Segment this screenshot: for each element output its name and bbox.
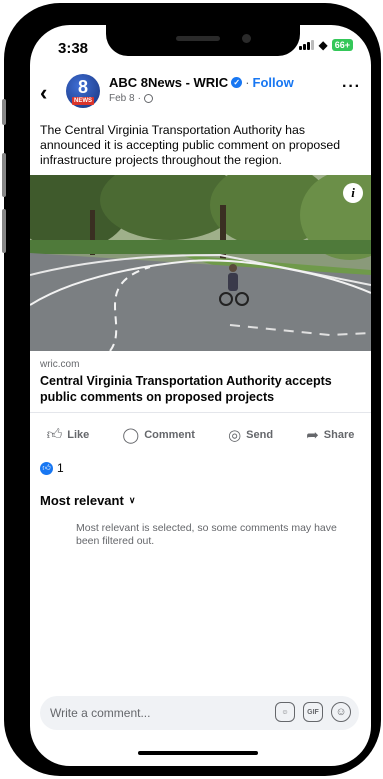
comment-button[interactable]: ◯ Comment bbox=[122, 426, 195, 444]
post-header: ‹ 8 NEWS ABC 8News - WRIC ✓ · Follow Feb… bbox=[30, 72, 371, 116]
gif-icon[interactable]: GIF bbox=[303, 702, 323, 722]
share-button[interactable]: ➦ Share bbox=[306, 426, 354, 444]
camera bbox=[242, 34, 251, 43]
post-actions: 👍︎ Like ◯ Comment ◎ Send ➦ Share bbox=[30, 422, 371, 448]
status-icons: ◆ 66+ bbox=[299, 39, 353, 51]
share-icon: ➦ bbox=[306, 427, 319, 444]
thumbs-up-icon: 👍︎ bbox=[46, 426, 63, 443]
sticker-icon[interactable]: ☺ bbox=[275, 702, 295, 722]
avatar-badge: NEWS bbox=[72, 96, 94, 105]
post-meta: Feb 8 · bbox=[109, 93, 153, 104]
comment-composer[interactable]: Write a comment... ☺ GIF ☺ bbox=[40, 696, 359, 730]
sort-label: Most relevant bbox=[40, 493, 124, 508]
composer-icons: ☺ GIF ☺ bbox=[275, 702, 351, 722]
back-arrow-icon[interactable]: ‹ bbox=[40, 80, 47, 106]
link-preview[interactable]: wric.com Central Virginia Transportation… bbox=[30, 351, 371, 413]
verified-badge-icon: ✓ bbox=[231, 77, 243, 88]
wifi-icon: ◆ bbox=[318, 38, 328, 52]
link-preview-image[interactable]: i bbox=[30, 175, 371, 351]
status-time: 3:38 bbox=[58, 40, 89, 57]
home-indicator[interactable] bbox=[138, 751, 258, 755]
send-button[interactable]: ◎ Send bbox=[228, 426, 273, 444]
globe-icon bbox=[143, 94, 153, 103]
post-date[interactable]: Feb 8 bbox=[109, 93, 135, 104]
like-reaction-icon: 👍︎ bbox=[40, 461, 53, 475]
reaction-summary[interactable]: 👍︎ 1 bbox=[40, 461, 64, 475]
like-label: Like bbox=[67, 429, 90, 441]
speaker bbox=[176, 36, 220, 41]
phone-frame: 3:38 ◆ 66+ ‹ 8 NEWS ABC 8News - WRIC ✓ ·… bbox=[2, 3, 381, 776]
screen: 3:38 ◆ 66+ ‹ 8 NEWS ABC 8News - WRIC ✓ ·… bbox=[30, 25, 371, 766]
filter-note: Most relevant is selected, so some comme… bbox=[76, 522, 337, 547]
share-label: Share bbox=[323, 429, 355, 441]
info-icon[interactable]: i bbox=[343, 183, 363, 203]
post-text: The Central Virginia Transportation Auth… bbox=[40, 123, 341, 167]
comment-sort-dropdown[interactable]: Most relevant ∨ bbox=[40, 493, 135, 508]
dot-separator: · bbox=[137, 93, 141, 104]
battery-icon: 66+ bbox=[331, 39, 353, 51]
avatar[interactable]: 8 NEWS bbox=[66, 74, 100, 108]
page-name-row: ABC 8News - WRIC ✓ · Follow bbox=[109, 75, 294, 90]
page-name[interactable]: ABC 8News - WRIC bbox=[109, 75, 228, 90]
road-photo bbox=[30, 175, 371, 351]
side-button bbox=[2, 153, 6, 197]
comment-label: Comment bbox=[144, 429, 195, 441]
link-domain: wric.com bbox=[40, 359, 80, 370]
signal-icon bbox=[299, 40, 315, 50]
send-label: Send bbox=[246, 429, 274, 441]
more-options-icon[interactable]: ··· bbox=[342, 78, 361, 96]
notch bbox=[106, 25, 300, 56]
avatar-number: 8 bbox=[77, 76, 88, 97]
dot-separator: · bbox=[245, 75, 250, 90]
chevron-down-icon: ∨ bbox=[128, 495, 136, 505]
follow-button[interactable]: Follow bbox=[253, 75, 294, 90]
comment-icon: ◯ bbox=[122, 427, 140, 444]
reaction-count: 1 bbox=[57, 461, 64, 475]
side-button bbox=[2, 99, 6, 125]
messenger-icon: ◎ bbox=[228, 427, 242, 444]
link-title: Central Virginia Transportation Authorit… bbox=[40, 374, 332, 404]
emoji-icon[interactable]: ☺ bbox=[331, 702, 351, 722]
comment-input[interactable]: Write a comment... bbox=[50, 706, 150, 720]
side-button bbox=[2, 209, 6, 253]
like-button[interactable]: 👍︎ Like bbox=[47, 426, 90, 444]
